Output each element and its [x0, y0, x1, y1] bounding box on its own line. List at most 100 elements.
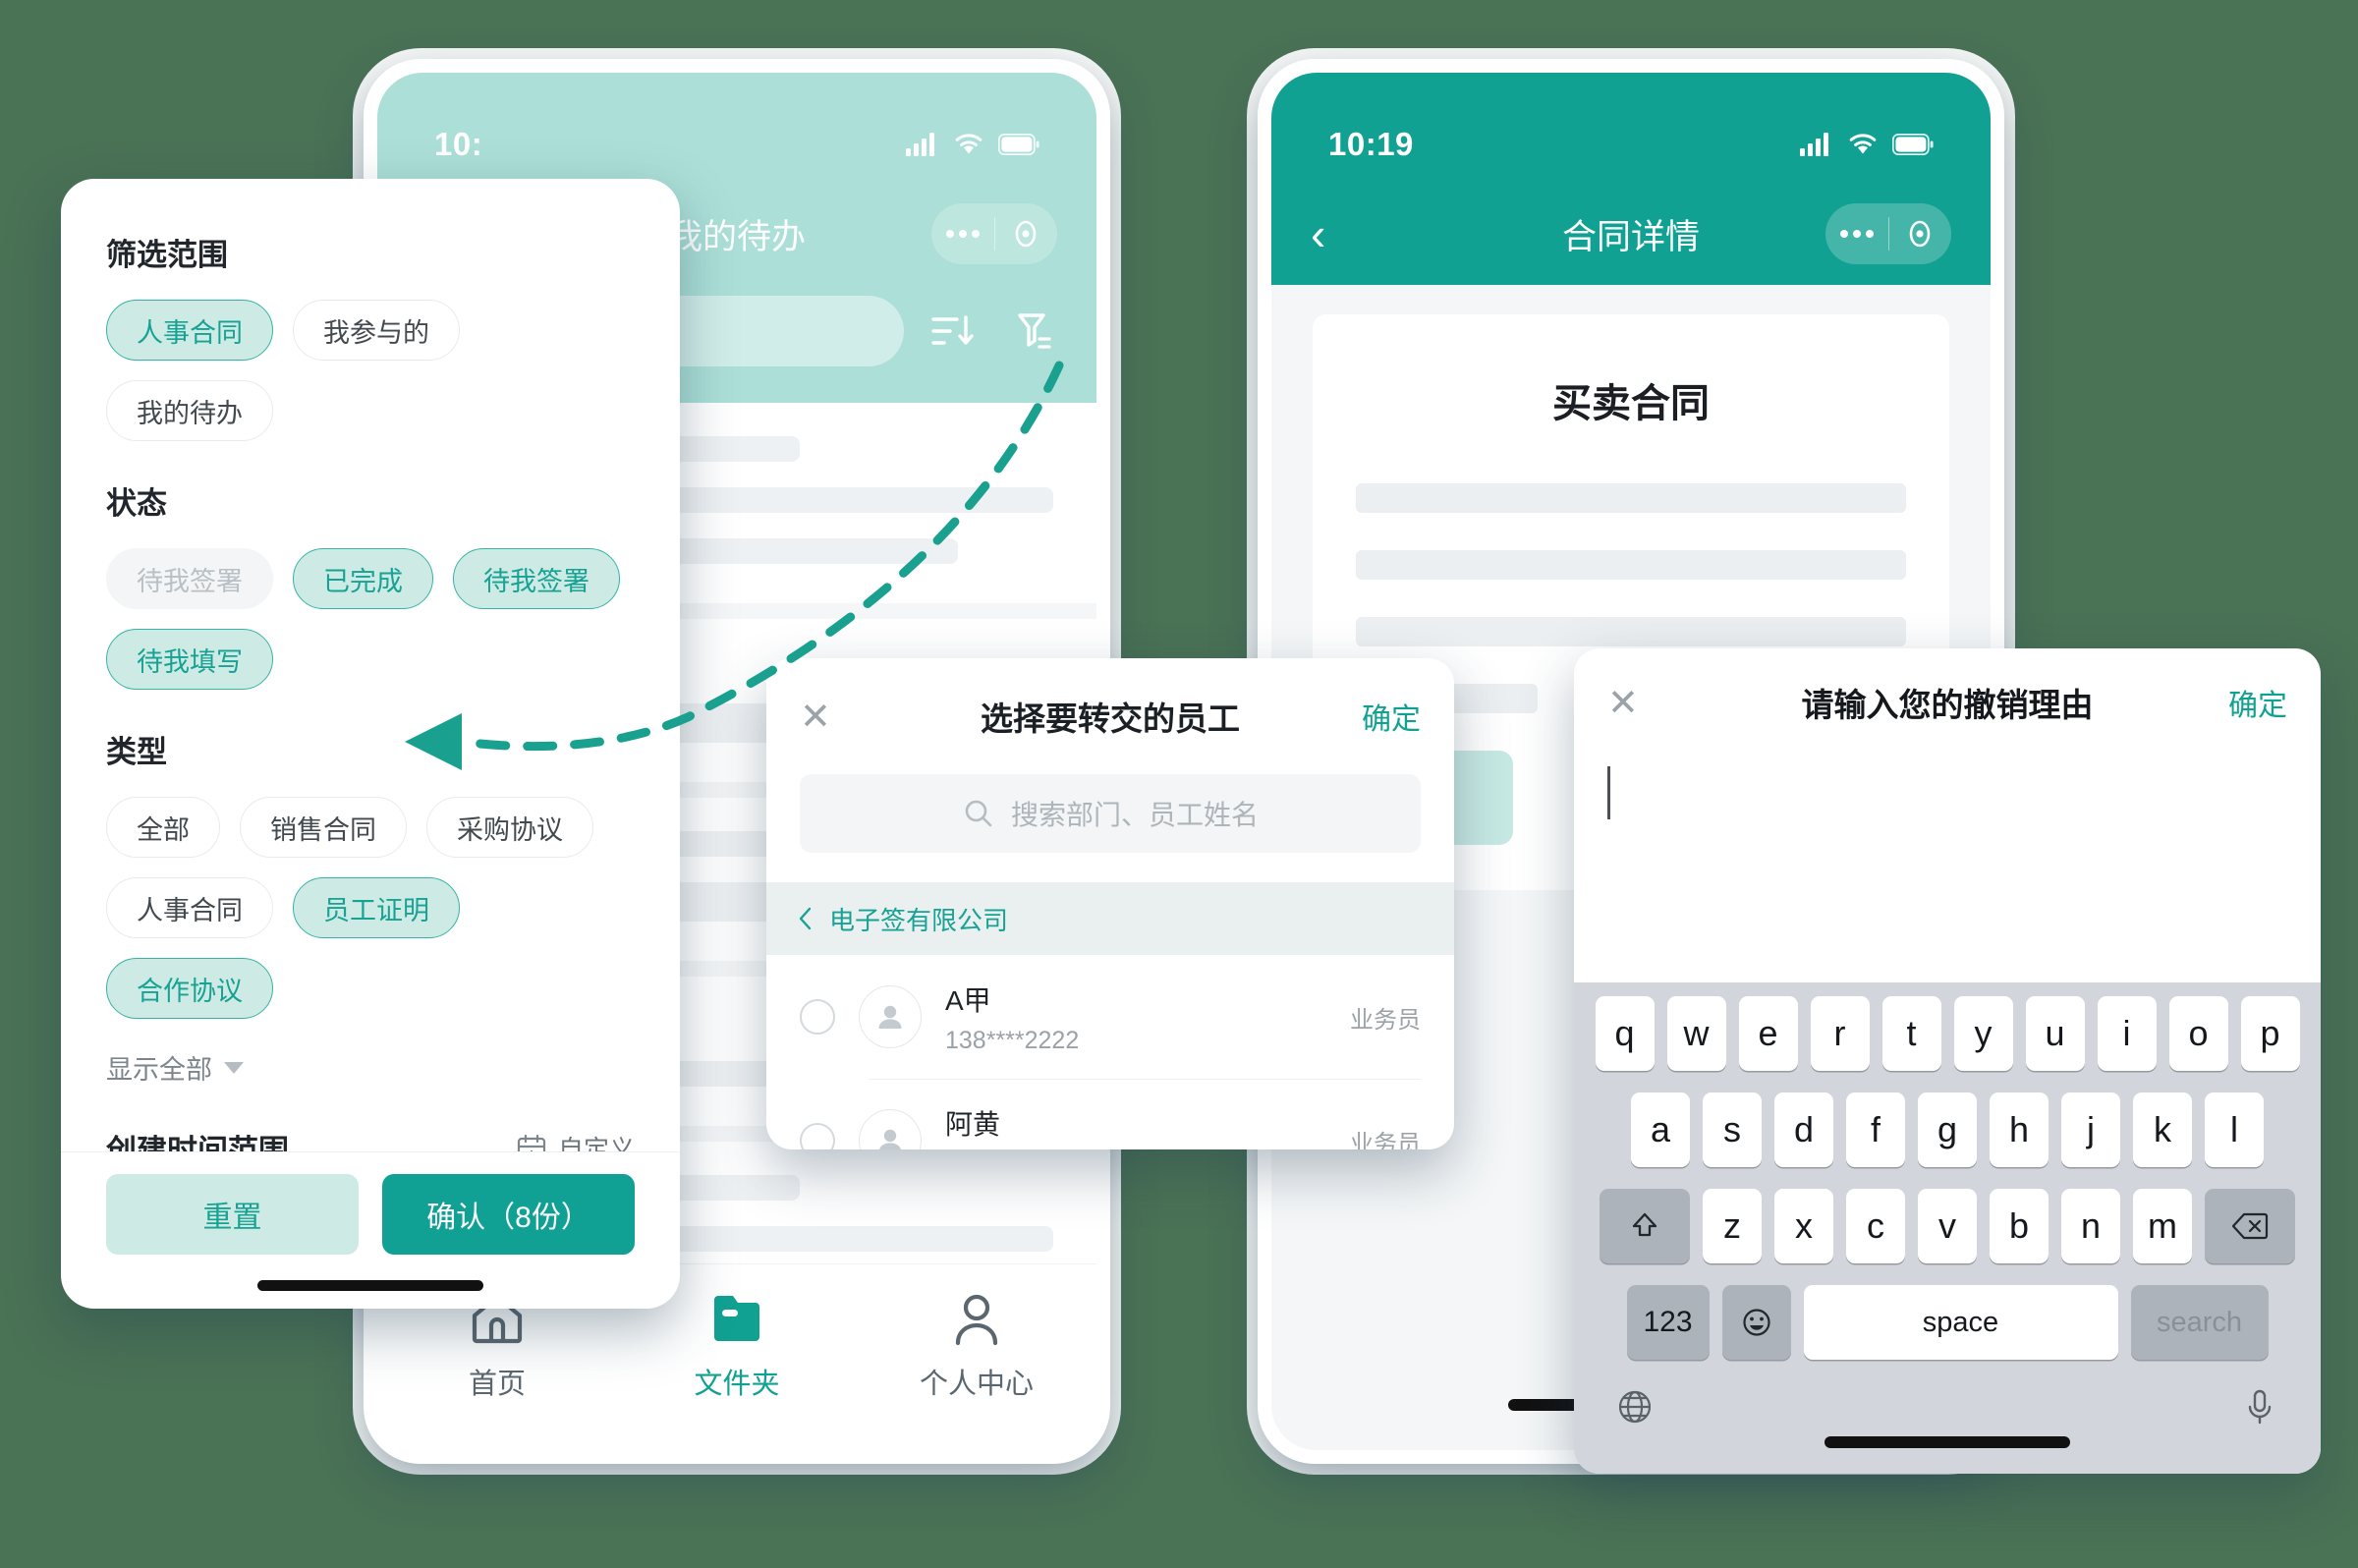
sort-icon[interactable] — [927, 306, 979, 357]
shift-key[interactable] — [1600, 1189, 1690, 1263]
software-keyboard: q w e r t y u i o p a s d f g h j k l z … — [1574, 982, 2321, 1474]
key-w[interactable]: w — [1666, 996, 1726, 1071]
employee-info: 阿黄 138****2222 — [945, 1103, 1079, 1150]
key-a[interactable]: a — [1631, 1092, 1690, 1167]
more-dots-icon[interactable] — [946, 230, 980, 238]
mini-program-capsule-todo[interactable] — [931, 203, 1057, 264]
chip-status-0[interactable]: 待我签署 — [106, 548, 273, 609]
key-r[interactable]: r — [1810, 996, 1870, 1071]
radio-unchecked-icon[interactable] — [800, 999, 835, 1035]
status-bar-todo: 10: — [377, 73, 1096, 183]
chip-type-0[interactable]: 全部 — [106, 797, 220, 858]
key-m[interactable]: m — [2133, 1189, 2192, 1263]
radio-unchecked-icon[interactable] — [800, 1123, 835, 1149]
key-y[interactable]: y — [1953, 996, 2013, 1071]
chip-type-4[interactable]: 员工证明 — [293, 877, 460, 938]
nav-bar-contract: ‹ 合同详情 — [1271, 183, 1991, 285]
keyboard-row-2: a s d f g h j k l — [1584, 1092, 2311, 1167]
show-all-toggle[interactable]: 显示全部 — [106, 1048, 635, 1087]
status-time: 10:19 — [1328, 126, 1414, 162]
key-q[interactable]: q — [1595, 996, 1655, 1071]
employee-name: A甲 — [945, 984, 991, 1016]
key-d[interactable]: d — [1774, 1092, 1833, 1167]
numbers-key[interactable]: 123 — [1626, 1285, 1710, 1360]
chip-status-2[interactable]: 待我签署 — [453, 548, 620, 609]
employee-role: 业务员 — [1350, 1006, 1421, 1034]
key-t[interactable]: t — [1881, 996, 1941, 1071]
key-e[interactable]: e — [1738, 996, 1798, 1071]
key-z[interactable]: z — [1703, 1189, 1762, 1263]
employee-row[interactable]: 阿黄 138****2222 业务员 — [766, 1079, 1454, 1149]
transfer-employee-modal: ✕ 选择要转交的员工 确定 搜索部门、员工姓名 电子签有限公司 A甲 138**… — [766, 658, 1454, 1149]
backspace-icon — [2231, 1212, 2269, 1240]
chip-type-1[interactable]: 销售合同 — [240, 797, 407, 858]
home-indicator — [257, 1280, 483, 1291]
key-p[interactable]: p — [2240, 996, 2300, 1071]
reset-button[interactable]: 重置 — [106, 1174, 359, 1255]
key-k[interactable]: k — [2133, 1092, 2192, 1167]
key-v[interactable]: v — [1918, 1189, 1977, 1263]
status-time: 10: — [434, 126, 483, 162]
emoji-key[interactable] — [1721, 1285, 1791, 1360]
space-key[interactable]: space — [1803, 1285, 2118, 1360]
globe-icon[interactable] — [1613, 1385, 1656, 1428]
status-bar-contract: 10:19 — [1271, 73, 1991, 183]
close-icon[interactable]: ✕ — [800, 695, 849, 739]
chip-scope-0[interactable]: 人事合同 — [106, 300, 273, 361]
key-x[interactable]: x — [1774, 1189, 1833, 1263]
key-j[interactable]: j — [2061, 1092, 2120, 1167]
custom-date-button[interactable]: 自定义 — [515, 1130, 635, 1151]
confirm-button[interactable]: 确认（8份） — [382, 1174, 635, 1255]
capsule-target-icon[interactable] — [1009, 217, 1042, 251]
breadcrumb[interactable]: 电子签有限公司 — [766, 882, 1454, 955]
chevron-left-icon — [799, 907, 812, 930]
chip-status-1[interactable]: 已完成 — [293, 548, 433, 609]
text-cursor — [1607, 766, 1610, 819]
key-c[interactable]: c — [1846, 1189, 1905, 1263]
chip-type-3[interactable]: 人事合同 — [106, 877, 273, 938]
key-n[interactable]: n — [2061, 1189, 2120, 1263]
chip-group-scope: 人事合同 我参与的 我的待办 — [106, 300, 635, 441]
key-h[interactable]: h — [1990, 1092, 2049, 1167]
key-b[interactable]: b — [1990, 1189, 2049, 1263]
tab-label: 首页 — [468, 1369, 526, 1400]
key-f[interactable]: f — [1846, 1092, 1905, 1167]
tab-profile[interactable]: 个人中心 — [857, 1290, 1096, 1402]
backspace-key[interactable] — [2205, 1189, 2295, 1263]
key-g[interactable]: g — [1918, 1092, 1977, 1167]
revoke-reason-input[interactable] — [1574, 756, 2321, 855]
key-l[interactable]: l — [2205, 1092, 2264, 1167]
section-heading-type: 类型 — [106, 735, 167, 769]
mini-program-capsule-contract[interactable] — [1825, 203, 1951, 264]
battery-icon — [1892, 134, 1934, 155]
key-o[interactable]: o — [2168, 996, 2228, 1071]
key-s[interactable]: s — [1703, 1092, 1762, 1167]
chip-scope-1[interactable]: 我参与的 — [293, 300, 460, 361]
back-button[interactable]: ‹ — [1311, 211, 1370, 256]
revoke-confirm-button[interactable]: 确定 — [2228, 681, 2287, 724]
filter-funnel-icon[interactable] — [1006, 306, 1057, 357]
chip-type-5[interactable]: 合作协议 — [106, 958, 273, 1019]
employee-row[interactable]: A甲 138****2222 业务员 — [766, 955, 1454, 1079]
microphone-icon[interactable] — [2238, 1385, 2281, 1428]
chip-scope-2[interactable]: 我的待办 — [106, 380, 273, 441]
employee-name: 阿黄 — [945, 1108, 1001, 1140]
more-dots-icon[interactable] — [1840, 230, 1874, 238]
wifi-icon — [1849, 133, 1877, 153]
emoji-smiley-icon — [1742, 1309, 1770, 1336]
key-i[interactable]: i — [2097, 996, 2157, 1071]
capsule-target-icon[interactable] — [1903, 217, 1937, 251]
chip-group-status: 待我签署 已完成 待我签署 待我填写 — [106, 548, 635, 690]
transfer-confirm-button[interactable]: 确定 — [1362, 695, 1421, 738]
chip-status-3[interactable]: 待我填写 — [106, 629, 273, 690]
chip-type-2[interactable]: 采购协议 — [426, 797, 593, 858]
close-icon[interactable]: ✕ — [1607, 681, 1656, 725]
key-u[interactable]: u — [2025, 996, 2085, 1071]
battery-icon — [998, 134, 1039, 155]
status-icons — [906, 133, 1039, 156]
wifi-icon — [955, 133, 982, 153]
employee-search-input[interactable]: 搜索部门、员工姓名 — [800, 774, 1421, 853]
person-icon — [955, 1294, 998, 1346]
section-heading-time: 创建时间范围 — [106, 1134, 289, 1151]
search-key[interactable]: search — [2130, 1285, 2269, 1360]
